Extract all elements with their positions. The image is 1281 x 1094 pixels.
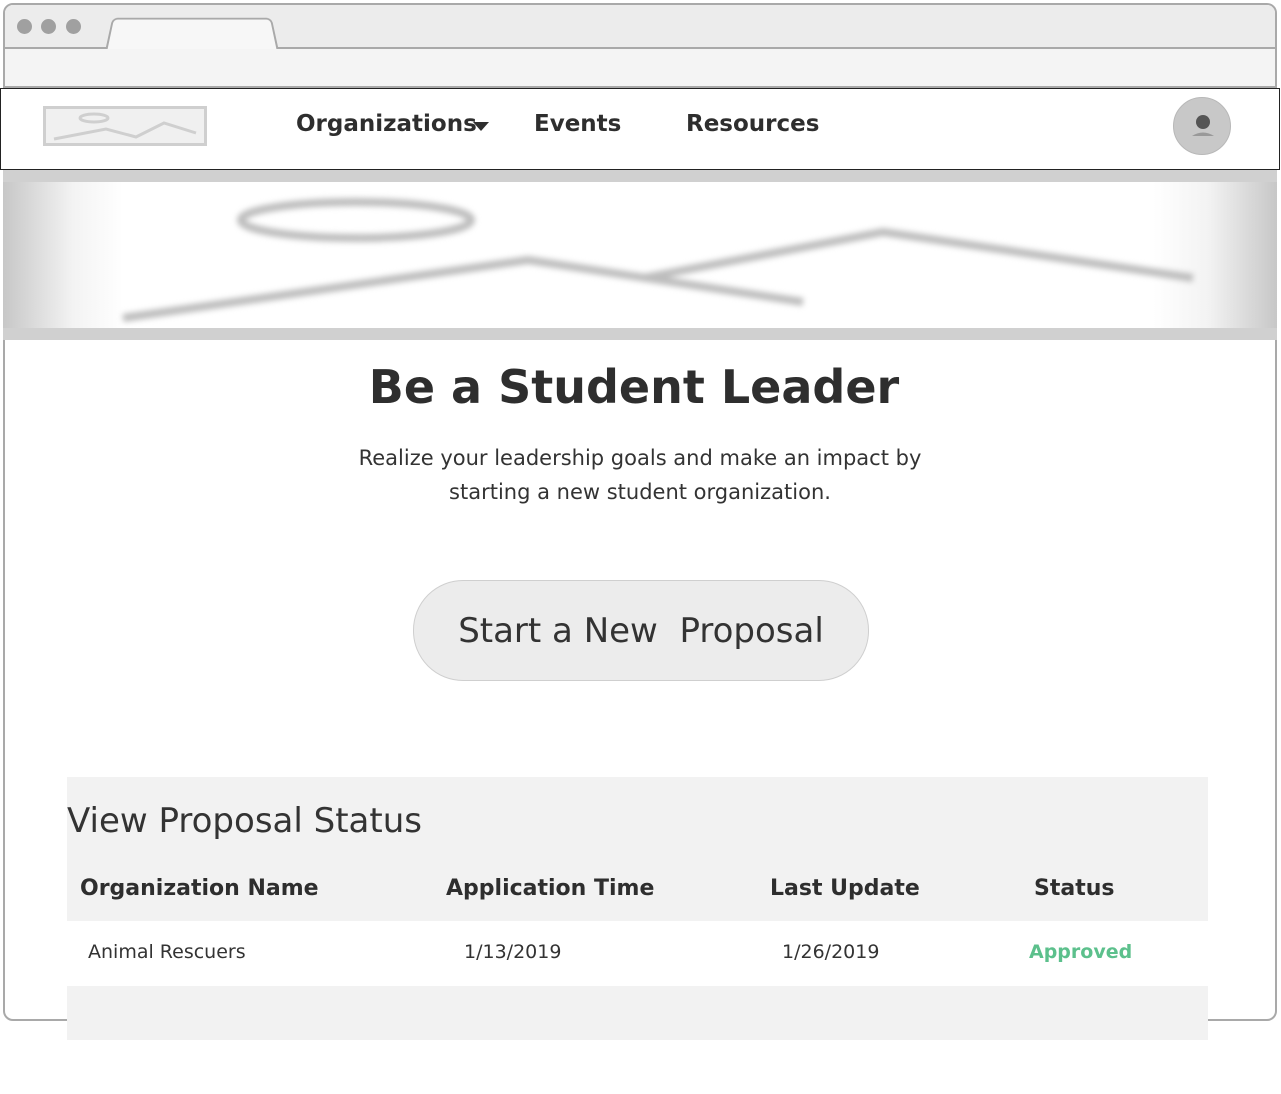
nav-events[interactable]: Events <box>534 111 621 137</box>
window-minimize-dot[interactable] <box>41 19 56 34</box>
image-placeholder-icon <box>122 198 1194 322</box>
cell-last-update: 1/26/2019 <box>782 941 880 963</box>
page-title: Be a Student Leader <box>368 360 900 414</box>
logo-image-placeholder[interactable] <box>43 106 207 146</box>
chevron-down-icon[interactable] <box>473 122 489 131</box>
column-header-status: Status <box>1034 876 1115 901</box>
cell-application-time: 1/13/2019 <box>464 941 562 963</box>
browser-titlebar <box>5 5 1275 50</box>
start-new-proposal-button[interactable]: Start a New Proposal <box>413 580 869 681</box>
user-avatar[interactable] <box>1173 97 1231 155</box>
table-row[interactable]: Animal Rescuers 1/13/2019 1/26/2019 Appr… <box>67 921 1208 986</box>
column-header-application-time: Application Time <box>446 876 655 901</box>
window-maximize-dot[interactable] <box>66 19 81 34</box>
section-title: View Proposal Status <box>67 801 422 841</box>
hero-banner-image <box>3 170 1277 340</box>
status-badge: Approved <box>1029 941 1133 963</box>
address-bar[interactable] <box>5 49 1275 88</box>
hero-subtitle: Realize your leadership goals and make a… <box>358 446 922 504</box>
column-header-organization-name: Organization Name <box>80 876 319 901</box>
column-header-last-update: Last Update <box>770 876 920 901</box>
nav-organizations[interactable]: Organizations <box>296 111 477 137</box>
top-navbar: Organizations Events Resources <box>0 88 1280 170</box>
user-icon <box>1192 115 1214 136</box>
cell-organization-name: Animal Rescuers <box>88 941 246 963</box>
window-close-dot[interactable] <box>17 19 32 34</box>
nav-resources[interactable]: Resources <box>686 111 819 137</box>
image-placeholder-icon <box>53 112 197 141</box>
browser-tab[interactable] <box>105 17 279 50</box>
proposal-status-panel: View Proposal Status Organization Name A… <box>67 777 1208 1040</box>
